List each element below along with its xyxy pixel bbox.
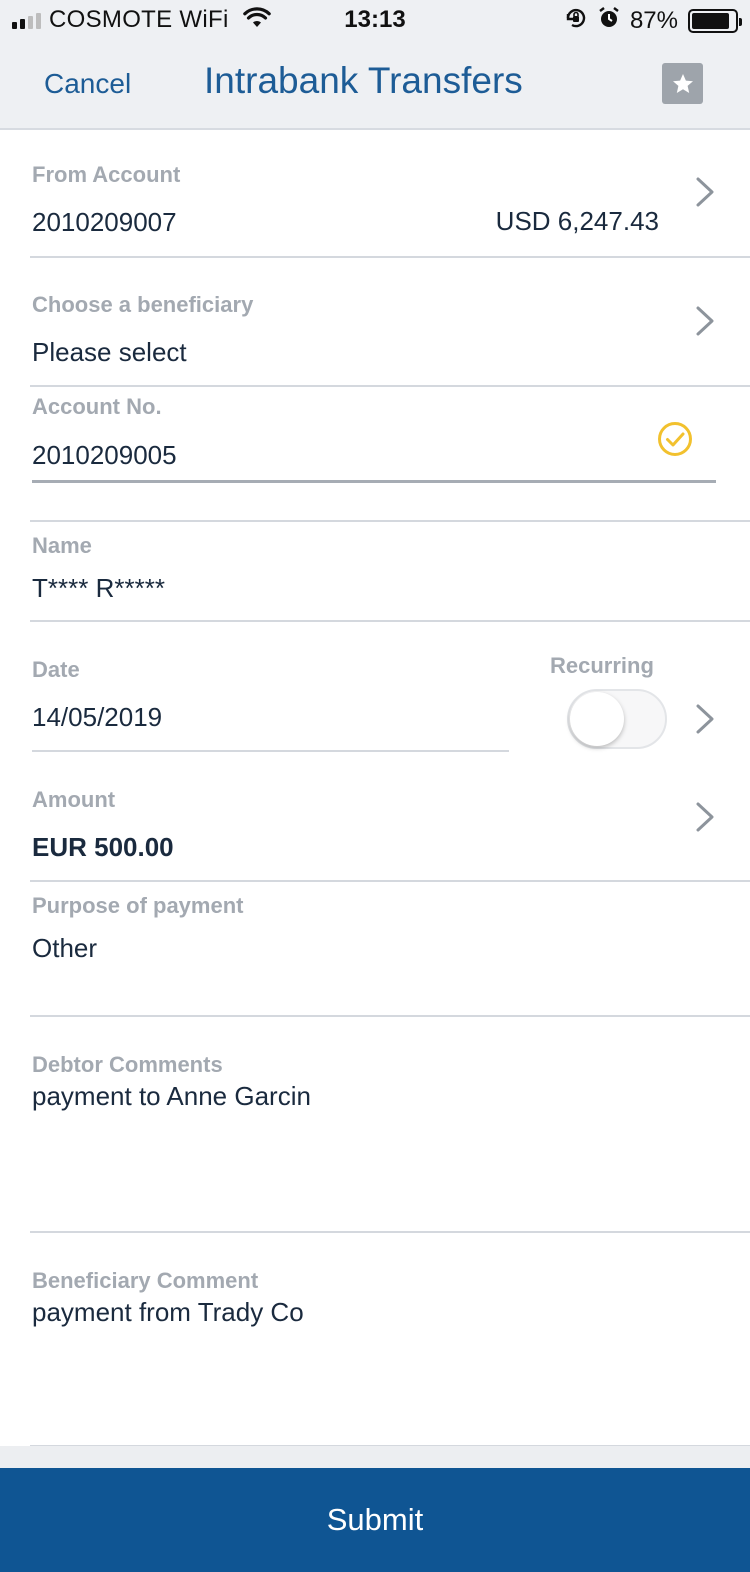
battery-percent: 87%	[629, 6, 678, 34]
toggle-knob	[570, 692, 624, 746]
debtor-comments-input[interactable]: payment to Anne Garcin	[32, 1081, 311, 1112]
scroll-fade	[0, 1446, 750, 1468]
rotation-lock-icon	[564, 6, 588, 35]
check-circle-icon	[658, 422, 692, 456]
from-account-balance: USD 6,247.43	[495, 206, 659, 236]
page-title: Intrabank Transfers	[204, 60, 523, 101]
favorite-button[interactable]	[662, 63, 703, 104]
date-label: Date	[32, 657, 80, 682]
amount-label: Amount	[32, 787, 116, 812]
divider	[30, 880, 750, 882]
submit-button[interactable]: Submit	[0, 1468, 750, 1572]
account-no-underline	[32, 480, 716, 483]
from-account-label: From Account	[32, 162, 181, 187]
amount-value: EUR 500.00	[32, 832, 174, 862]
debtor-comments-label: Debtor Comments	[32, 1052, 223, 1077]
date-value[interactable]: 14/05/2019	[32, 702, 162, 733]
beneficiary-label: Choose a beneficiary	[32, 292, 254, 317]
status-bar: COSMOTE WiFi 13:13 87%	[0, 0, 750, 44]
name-label: Name	[32, 533, 92, 558]
star-icon	[672, 73, 693, 93]
purpose-label: Purpose of payment	[32, 893, 244, 918]
alarm-icon	[598, 6, 620, 35]
divider	[30, 620, 750, 622]
from-account-number: 2010209007	[32, 207, 177, 237]
cancel-button[interactable]: Cancel	[44, 68, 131, 100]
divider	[30, 1231, 750, 1233]
name-value: T**** R*****	[32, 573, 165, 603]
beneficiary-comment-label: Beneficiary Comment	[32, 1268, 259, 1293]
beneficiary-comment-input[interactable]: payment from Trady Co	[32, 1297, 304, 1328]
account-no-label: Account No.	[32, 394, 162, 419]
beneficiary-value: Please select	[32, 337, 187, 367]
account-no-input[interactable]: 2010209005	[32, 440, 177, 471]
chevron-right-icon	[696, 802, 714, 832]
chevron-right-icon	[696, 306, 714, 336]
chevron-right-icon	[696, 177, 714, 207]
nav-bar: Cancel Intrabank Transfers	[0, 44, 750, 130]
divider	[30, 1015, 750, 1017]
recurring-toggle[interactable]	[567, 689, 667, 749]
date-underline	[32, 750, 509, 752]
status-right: 87%	[564, 6, 742, 35]
divider	[30, 385, 750, 387]
divider	[30, 520, 750, 522]
battery-icon	[688, 8, 742, 33]
purpose-value[interactable]: Other	[32, 933, 97, 964]
chevron-right-icon[interactable]	[690, 701, 720, 737]
divider	[30, 256, 750, 258]
recurring-label: Recurring	[550, 653, 654, 678]
